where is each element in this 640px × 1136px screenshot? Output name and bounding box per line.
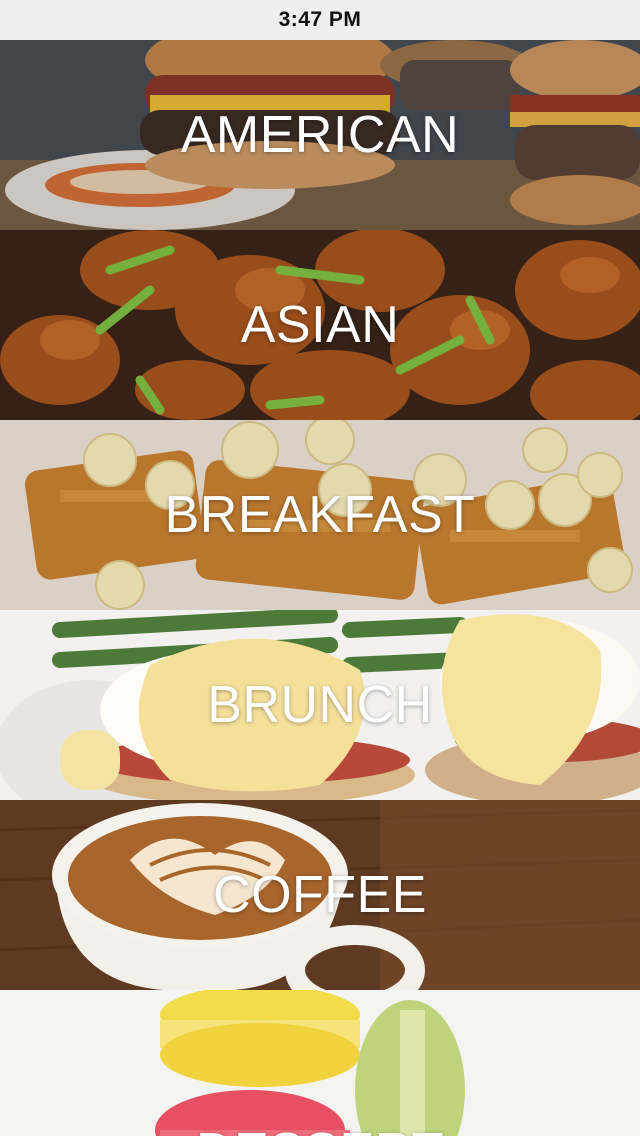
status-time: 3:47 PM (278, 8, 362, 31)
category-tile-asian[interactable]: ASIAN (0, 230, 640, 420)
category-label: BREAKFAST (164, 486, 476, 544)
category-tile-breakfast[interactable]: BREAKFAST (0, 420, 640, 610)
category-tile-coffee[interactable]: COFFEE (0, 800, 640, 990)
category-label: BRUNCH (207, 676, 433, 734)
macarons-photo (0, 990, 640, 1136)
category-list: AMERICAN ASIAN BREAKFAST BRUNCH COFFEE (0, 40, 640, 1136)
category-tile-dessert[interactable]: DESSERT (0, 990, 640, 1136)
category-tile-brunch[interactable]: BRUNCH (0, 610, 640, 800)
category-label: DESSERT (0, 1122, 640, 1136)
category-label: COFFEE (213, 866, 427, 924)
category-label: ASIAN (240, 296, 400, 354)
category-label: AMERICAN (180, 106, 460, 164)
status-bar: 3:47 PM (0, 0, 640, 40)
category-tile-american[interactable]: AMERICAN (0, 40, 640, 230)
